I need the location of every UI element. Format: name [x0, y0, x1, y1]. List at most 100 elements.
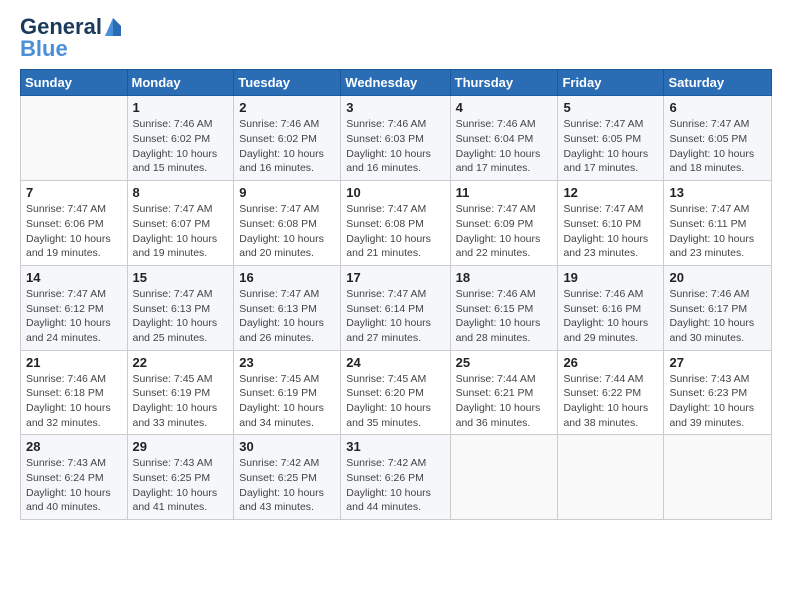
day-number: 28	[26, 439, 122, 454]
day-number: 11	[456, 185, 553, 200]
day-number: 4	[456, 100, 553, 115]
day-info: Sunrise: 7:47 AMSunset: 6:14 PMDaylight:…	[346, 287, 444, 346]
calendar-week-row: 21Sunrise: 7:46 AMSunset: 6:18 PMDayligh…	[21, 350, 772, 435]
calendar-cell: 22 Sunrise: 7:45 AMSunset: 6:19 PMDayligh…	[127, 350, 234, 435]
day-info: Sunrise: 7:42 AMSunset: 6:25 PMDaylight:…	[239, 456, 335, 515]
calendar-cell	[21, 96, 128, 181]
day-number: 16	[239, 270, 335, 285]
calendar-cell: 15 Sunrise: 7:47 AMSunset: 6:13 PMDayligh…	[127, 265, 234, 350]
day-info: Sunrise: 7:47 AMSunset: 6:09 PMDaylight:…	[456, 202, 553, 261]
day-info: Sunrise: 7:43 AMSunset: 6:25 PMDaylight:…	[133, 456, 229, 515]
day-number: 20	[669, 270, 766, 285]
day-number: 27	[669, 355, 766, 370]
day-number: 22	[133, 355, 229, 370]
day-info: Sunrise: 7:47 AMSunset: 6:08 PMDaylight:…	[239, 202, 335, 261]
day-info: Sunrise: 7:46 AMSunset: 6:18 PMDaylight:…	[26, 372, 122, 431]
day-number: 9	[239, 185, 335, 200]
day-number: 6	[669, 100, 766, 115]
day-info: Sunrise: 7:47 AMSunset: 6:12 PMDaylight:…	[26, 287, 122, 346]
day-info: Sunrise: 7:47 AMSunset: 6:07 PMDaylight:…	[133, 202, 229, 261]
header: General Blue	[20, 15, 772, 61]
day-number: 3	[346, 100, 444, 115]
calendar-cell: 1Sunrise: 7:46 AMSunset: 6:02 PMDaylight…	[127, 96, 234, 181]
calendar-cell: 5 Sunrise: 7:47 AMSunset: 6:05 PMDaylight…	[558, 96, 664, 181]
calendar-cell: 27 Sunrise: 7:43 AMSunset: 6:23 PMDayligh…	[664, 350, 772, 435]
calendar-header-row: SundayMondayTuesdayWednesdayThursdayFrid…	[21, 70, 772, 96]
calendar-cell	[664, 435, 772, 520]
day-info: Sunrise: 7:46 AMSunset: 6:04 PMDaylight:…	[456, 117, 553, 176]
day-info: Sunrise: 7:44 AMSunset: 6:22 PMDaylight:…	[563, 372, 658, 431]
calendar-cell: 8 Sunrise: 7:47 AMSunset: 6:07 PMDaylight…	[127, 181, 234, 266]
calendar-week-row: 28 Sunrise: 7:43 AMSunset: 6:24 PMDayligh…	[21, 435, 772, 520]
day-number: 12	[563, 185, 658, 200]
calendar-cell: 23 Sunrise: 7:45 AMSunset: 6:19 PMDayligh…	[234, 350, 341, 435]
weekday-header: Sunday	[21, 70, 128, 96]
logo: General Blue	[20, 15, 121, 61]
calendar-table: SundayMondayTuesdayWednesdayThursdayFrid…	[20, 69, 772, 520]
calendar-cell: 3 Sunrise: 7:46 AMSunset: 6:03 PMDaylight…	[341, 96, 450, 181]
day-number: 23	[239, 355, 335, 370]
day-info: Sunrise: 7:47 AMSunset: 6:05 PMDaylight:…	[669, 117, 766, 176]
day-info: Sunrise: 7:46 AMSunset: 6:02 PMDaylight:…	[239, 117, 335, 176]
day-number: 26	[563, 355, 658, 370]
calendar-cell: 13 Sunrise: 7:47 AMSunset: 6:11 PMDayligh…	[664, 181, 772, 266]
weekday-header: Friday	[558, 70, 664, 96]
calendar-cell: 7 Sunrise: 7:47 AMSunset: 6:06 PMDaylight…	[21, 181, 128, 266]
weekday-header: Saturday	[664, 70, 772, 96]
calendar-cell: 19 Sunrise: 7:46 AMSunset: 6:16 PMDayligh…	[558, 265, 664, 350]
day-number: 1	[133, 100, 229, 115]
calendar-cell: 9 Sunrise: 7:47 AMSunset: 6:08 PMDaylight…	[234, 181, 341, 266]
calendar-cell: 21Sunrise: 7:46 AMSunset: 6:18 PMDayligh…	[21, 350, 128, 435]
weekday-header: Wednesday	[341, 70, 450, 96]
calendar-cell: 31 Sunrise: 7:42 AMSunset: 6:26 PMDayligh…	[341, 435, 450, 520]
day-number: 7	[26, 185, 122, 200]
calendar-week-row: 7 Sunrise: 7:47 AMSunset: 6:06 PMDaylight…	[21, 181, 772, 266]
day-number: 8	[133, 185, 229, 200]
day-info: Sunrise: 7:43 AMSunset: 6:24 PMDaylight:…	[26, 456, 122, 515]
calendar-cell: 30Sunrise: 7:42 AMSunset: 6:25 PMDayligh…	[234, 435, 341, 520]
day-info: Sunrise: 7:44 AMSunset: 6:21 PMDaylight:…	[456, 372, 553, 431]
calendar-cell: 16Sunrise: 7:47 AMSunset: 6:13 PMDayligh…	[234, 265, 341, 350]
day-info: Sunrise: 7:45 AMSunset: 6:19 PMDaylight:…	[239, 372, 335, 431]
day-number: 24	[346, 355, 444, 370]
calendar-cell: 11 Sunrise: 7:47 AMSunset: 6:09 PMDayligh…	[450, 181, 558, 266]
day-info: Sunrise: 7:46 AMSunset: 6:16 PMDaylight:…	[563, 287, 658, 346]
day-info: Sunrise: 7:45 AMSunset: 6:19 PMDaylight:…	[133, 372, 229, 431]
day-info: Sunrise: 7:47 AMSunset: 6:11 PMDaylight:…	[669, 202, 766, 261]
logo-icon	[103, 16, 123, 38]
calendar-cell: 24 Sunrise: 7:45 AMSunset: 6:20 PMDayligh…	[341, 350, 450, 435]
day-number: 15	[133, 270, 229, 285]
day-info: Sunrise: 7:46 AMSunset: 6:15 PMDaylight:…	[456, 287, 553, 346]
day-number: 17	[346, 270, 444, 285]
calendar-cell: 28 Sunrise: 7:43 AMSunset: 6:24 PMDayligh…	[21, 435, 128, 520]
day-number: 19	[563, 270, 658, 285]
day-number: 31	[346, 439, 444, 454]
calendar-week-row: 14Sunrise: 7:47 AMSunset: 6:12 PMDayligh…	[21, 265, 772, 350]
calendar-week-row: 1 Sunrise: 7:46 AMSunset: 6:02 PMDaylight…	[21, 96, 772, 181]
day-number: 25	[456, 355, 553, 370]
calendar-cell: 4 Sunrise: 7:46 AMSunset: 6:04 PMDaylight…	[450, 96, 558, 181]
day-info: Sunrise: 7:45 AMSunset: 6:20 PMDaylight:…	[346, 372, 444, 431]
weekday-header: Monday	[127, 70, 234, 96]
day-number: 5	[563, 100, 658, 115]
calendar-cell: 12Sunrise: 7:47 AMSunset: 6:10 PMDayligh…	[558, 181, 664, 266]
day-info: Sunrise: 7:46 AMSunset: 6:03 PMDaylight:…	[346, 117, 444, 176]
day-info: Sunrise: 7:47 AMSunset: 6:13 PMDaylight:…	[133, 287, 229, 346]
day-info: Sunrise: 7:47 AMSunset: 6:06 PMDaylight:…	[26, 202, 122, 261]
day-number: 10	[346, 185, 444, 200]
logo-text-blue: Blue	[20, 37, 121, 61]
calendar-cell	[558, 435, 664, 520]
calendar-cell	[450, 435, 558, 520]
day-info: Sunrise: 7:47 AMSunset: 6:05 PMDaylight:…	[563, 117, 658, 176]
day-info: Sunrise: 7:43 AMSunset: 6:23 PMDaylight:…	[669, 372, 766, 431]
day-number: 2	[239, 100, 335, 115]
page: General Blue SundayMondayTuesdayWednesda…	[0, 0, 792, 612]
calendar-cell: 2 Sunrise: 7:46 AMSunset: 6:02 PMDaylight…	[234, 96, 341, 181]
calendar-cell: 26 Sunrise: 7:44 AMSunset: 6:22 PMDayligh…	[558, 350, 664, 435]
calendar-cell: 29Sunrise: 7:43 AMSunset: 6:25 PMDayligh…	[127, 435, 234, 520]
weekday-header: Tuesday	[234, 70, 341, 96]
calendar-cell: 18Sunrise: 7:46 AMSunset: 6:15 PMDayligh…	[450, 265, 558, 350]
day-info: Sunrise: 7:42 AMSunset: 6:26 PMDaylight:…	[346, 456, 444, 515]
day-number: 13	[669, 185, 766, 200]
calendar-cell: 10Sunrise: 7:47 AMSunset: 6:08 PMDayligh…	[341, 181, 450, 266]
